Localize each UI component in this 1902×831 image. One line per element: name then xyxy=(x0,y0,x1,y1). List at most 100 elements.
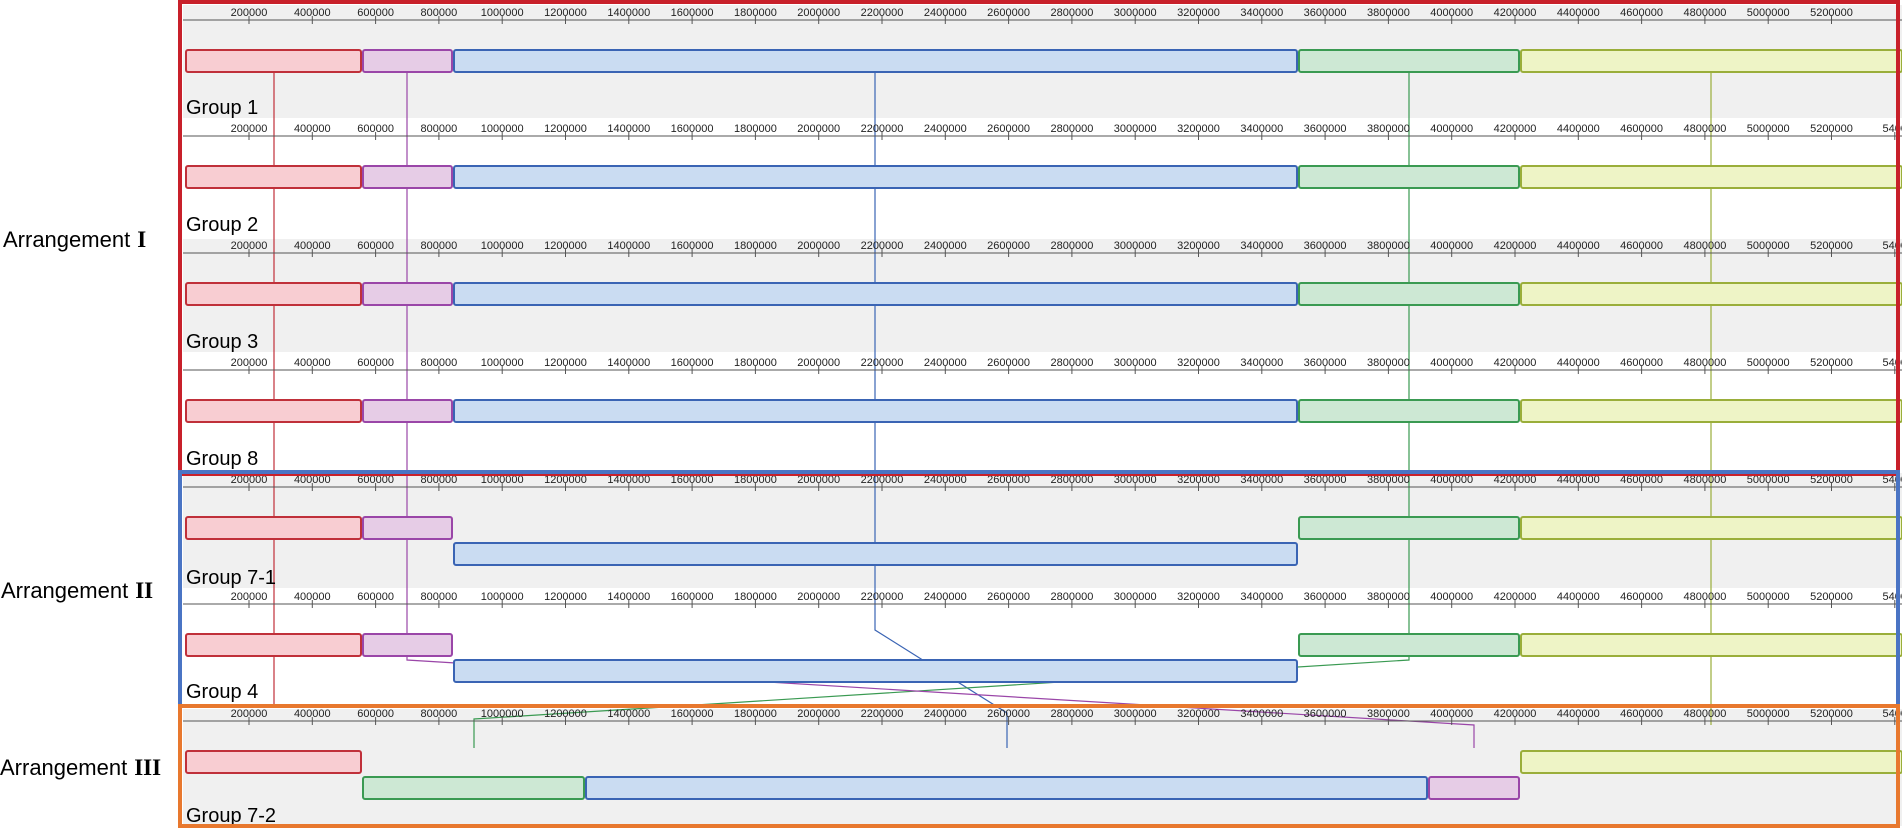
tick-label: 2000000 xyxy=(797,123,840,135)
tick-label: 5000000 xyxy=(1747,7,1790,19)
tick-label: 1200000 xyxy=(544,7,587,19)
tick-label: 4800000 xyxy=(1683,708,1726,720)
tick-label: 3600000 xyxy=(1304,708,1347,720)
tick-label: 200000 xyxy=(231,7,268,19)
tick-label: 1000000 xyxy=(481,7,524,19)
tick-label: 2200000 xyxy=(861,7,904,19)
tick-label: 200000 xyxy=(231,591,268,603)
tick-label: 2200000 xyxy=(861,123,904,135)
tick-label: 5200000 xyxy=(1810,708,1853,720)
tick-label: 4200000 xyxy=(1494,7,1537,19)
tick-label: 3400000 xyxy=(1240,7,1283,19)
tick-label: 800000 xyxy=(421,591,458,603)
tick-label: 5000000 xyxy=(1747,591,1790,603)
tick-label: 2000000 xyxy=(797,591,840,603)
tick-label: 800000 xyxy=(421,708,458,720)
block-green xyxy=(1298,633,1520,657)
block-green xyxy=(1298,49,1520,73)
tick-label: 4200000 xyxy=(1494,240,1537,252)
tick-label: 4400000 xyxy=(1557,591,1600,603)
tick-label: 1600000 xyxy=(671,591,714,603)
tick-label: 1400000 xyxy=(607,591,650,603)
tick-label: 2600000 xyxy=(987,708,1030,720)
tick-label: 2800000 xyxy=(1050,357,1093,369)
tick-label: 4200000 xyxy=(1494,357,1537,369)
tick-label: 3000000 xyxy=(1114,708,1157,720)
tick-label: 5200000 xyxy=(1810,7,1853,19)
tick-label: 5000000 xyxy=(1747,123,1790,135)
tick-label: 3200000 xyxy=(1177,123,1220,135)
block-red xyxy=(185,399,362,423)
tick-label: 1400000 xyxy=(607,708,650,720)
tick-label: 1400000 xyxy=(607,7,650,19)
tick-label: 3400000 xyxy=(1240,123,1283,135)
tick-label: 1200000 xyxy=(544,591,587,603)
tick-label: 3400000 xyxy=(1240,591,1283,603)
tick-label: 4600000 xyxy=(1620,591,1663,603)
tick-label: 4400000 xyxy=(1557,7,1600,19)
tick-label: 2200000 xyxy=(861,357,904,369)
block-purple xyxy=(362,516,453,540)
tick-label: 600000 xyxy=(357,7,394,19)
group-label: Group 2 xyxy=(186,214,258,236)
tick-label: 4200000 xyxy=(1494,591,1537,603)
tick-label: 5200000 xyxy=(1810,357,1853,369)
block-red xyxy=(185,516,362,540)
block-blue xyxy=(453,282,1298,306)
tick-label: 600000 xyxy=(357,591,394,603)
tick-label: 4600000 xyxy=(1620,7,1663,19)
block-yellow xyxy=(1520,633,1902,657)
tick-label: 4200000 xyxy=(1494,123,1537,135)
group-label: Group 8 xyxy=(186,448,258,470)
tick-label: 200000 xyxy=(231,357,268,369)
tick-label: 1800000 xyxy=(734,123,777,135)
block-blue xyxy=(585,776,1428,800)
tick-label: 2400000 xyxy=(924,357,967,369)
tick-label: 400000 xyxy=(294,708,331,720)
tick-label: 600000 xyxy=(357,123,394,135)
tick-label: 3000000 xyxy=(1114,357,1157,369)
tick-label: 4800000 xyxy=(1683,123,1726,135)
tick-label: 600000 xyxy=(357,357,394,369)
tick-label: 4400000 xyxy=(1557,708,1600,720)
tick-label: 2000000 xyxy=(797,708,840,720)
group-label: Group 7-2 xyxy=(186,805,276,827)
arrangement-label-1: Arrangement I xyxy=(3,227,146,252)
tick-label: 3600000 xyxy=(1304,591,1347,603)
tick-label: 1000000 xyxy=(481,708,524,720)
block-green xyxy=(1298,165,1520,189)
block-purple xyxy=(362,49,453,73)
tick-label: 600000 xyxy=(357,708,394,720)
block-purple xyxy=(362,282,453,306)
group-label: Group 3 xyxy=(186,331,258,353)
tick-label: 2800000 xyxy=(1050,7,1093,19)
tick-label: 1400000 xyxy=(607,357,650,369)
group-label: Group 1 xyxy=(186,97,258,119)
tick-label: 2200000 xyxy=(861,240,904,252)
tick-label: 2200000 xyxy=(861,708,904,720)
tick-label: 5200000 xyxy=(1810,591,1853,603)
genome-alignment-diagram: 200000 400000 600000 800000 1000000 1200000 14… xyxy=(0,0,1902,828)
tick-label: 3600000 xyxy=(1304,123,1347,135)
block-green xyxy=(362,776,585,800)
tick-label: 3200000 xyxy=(1177,591,1220,603)
tick-label: 3800000 xyxy=(1367,240,1410,252)
tick-label: 4800000 xyxy=(1683,591,1726,603)
block-red xyxy=(185,49,362,73)
tick-label: 1800000 xyxy=(734,357,777,369)
tick-label: 2400000 xyxy=(924,7,967,19)
tick-label: 2600000 xyxy=(987,591,1030,603)
tick-label: 3200000 xyxy=(1177,7,1220,19)
block-red xyxy=(185,750,362,774)
block-green xyxy=(1298,282,1520,306)
tick-label: 3400000 xyxy=(1240,240,1283,252)
tick-label: 400000 xyxy=(294,357,331,369)
tick-label: 3800000 xyxy=(1367,591,1410,603)
tick-label: 1600000 xyxy=(671,240,714,252)
tick-label: 4600000 xyxy=(1620,357,1663,369)
block-yellow xyxy=(1520,399,1902,423)
tick-label: 600000 xyxy=(357,240,394,252)
block-red xyxy=(185,282,362,306)
tick-label: 3200000 xyxy=(1177,708,1220,720)
tick-label: 4600000 xyxy=(1620,708,1663,720)
